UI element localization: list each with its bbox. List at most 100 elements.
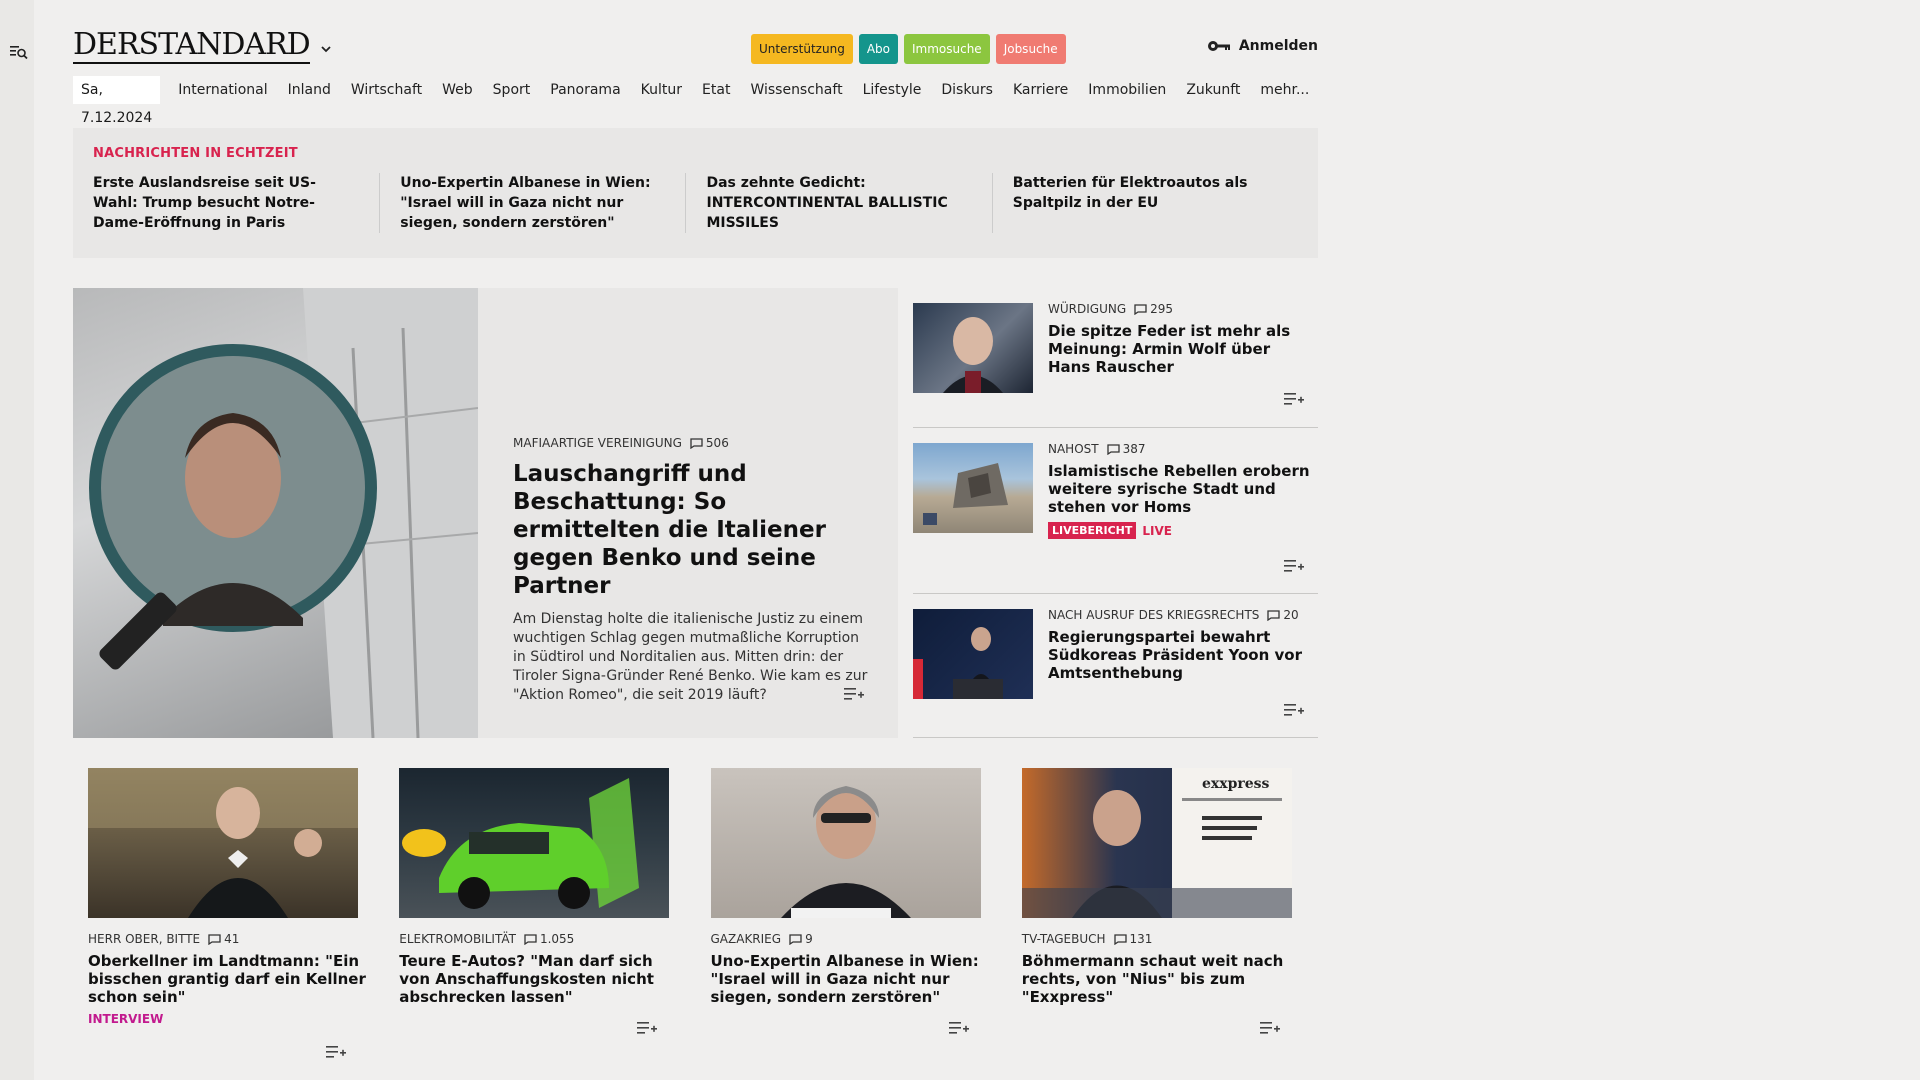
side-title[interactable]: Die spitze Feder ist mehr als Meinung: A…	[1048, 322, 1313, 376]
article-card[interactable]: HERR OBER, BITTE 41 Oberkellner im Landt…	[73, 768, 384, 1058]
comment-count[interactable]: 387	[1106, 442, 1146, 456]
nav-item-immobilien[interactable]: Immobilien	[1078, 82, 1176, 98]
comment-icon	[1106, 443, 1120, 455]
article-card[interactable]: exxpress TV-TAGEBUCH 131 Böhmermann scha…	[1007, 768, 1318, 1034]
realtime-item[interactable]: Das zehnte Gedicht: INTERCONTINEN­TAL BA…	[685, 173, 991, 233]
card-image	[710, 768, 981, 918]
card-kicker: GAZAKRIEG 9	[711, 932, 992, 946]
nav-item-etat[interactable]: Etat	[692, 82, 740, 98]
comment-count[interactable]: 506	[690, 436, 729, 450]
nav-item-zukunft[interactable]: Zukunft	[1176, 82, 1250, 98]
side-article-text: WÜRDIGUNG 295 Die spitze Feder ist mehr …	[1048, 302, 1313, 376]
nav-item-inland[interactable]: Inland	[278, 82, 341, 98]
card-kicker-label: ELEKTROMOBILITÄT	[399, 932, 516, 946]
left-sidebar	[0, 0, 34, 1080]
pill-abo[interactable]: Abo	[858, 34, 898, 64]
nav-item-international[interactable]: International	[168, 82, 277, 98]
hero-lead: Am Dienstag holte die italienische Justi…	[513, 611, 868, 703]
exxpress-thumbnail-text: exxpress	[1202, 776, 1270, 792]
side-kicker-label: WÜRDIGUNG	[1048, 302, 1127, 316]
pill-jobsuche[interactable]: Jobsuche	[995, 34, 1066, 64]
side-article-image	[913, 443, 1033, 533]
card-title[interactable]: Teure E-Autos? "Man darf sich von Anscha…	[399, 952, 680, 1006]
side-title[interactable]: Islamistische Rebellen erobern weitere s…	[1048, 462, 1313, 516]
interview-tag: INTERVIEW	[88, 1012, 164, 1026]
article-card[interactable]: ELEKTROMOBILITÄT 1.055 Teure E-Autos? "M…	[384, 768, 695, 1034]
nav-item-panorama[interactable]: Panorama	[540, 82, 630, 98]
livebericht-badge: LIVEBERICHT	[1048, 522, 1137, 539]
nav-item-wissenschaft[interactable]: Wissenschaft	[740, 82, 852, 98]
card-comments: 41	[224, 932, 240, 946]
current-date: Sa, 7.12.2024	[73, 76, 161, 126]
nav-item-wirtschaft[interactable]: Wirtschaft	[341, 82, 432, 98]
comment-count[interactable]: 9	[789, 932, 813, 946]
main-nav: Sa, 7.12.2024 International Inland Wirts…	[73, 76, 1319, 126]
comment-count[interactable]: 131	[1113, 932, 1153, 946]
card-comments: 131	[1129, 932, 1153, 946]
add-to-list-icon[interactable]	[636, 1020, 658, 1036]
comment-count[interactable]: 1.055	[524, 932, 574, 946]
nav-item-sport[interactable]: Sport	[483, 82, 541, 98]
add-to-list-icon[interactable]	[1283, 702, 1305, 718]
add-to-list-icon[interactable]	[325, 1044, 347, 1060]
side-comments: 387	[1122, 442, 1146, 456]
live-badge: LIVE	[1142, 523, 1172, 538]
side-kicker-label: NACH AUSRUF DES KRIEGSRECHTS	[1048, 608, 1260, 622]
card-kicker: TV-TAGEBUCH 131	[1022, 932, 1303, 946]
chevron-down-icon[interactable]	[319, 42, 333, 56]
card-title[interactable]: Uno-Expertin Albanese in Wien: "Israel w…	[711, 952, 992, 1006]
add-to-list-icon[interactable]	[1283, 391, 1305, 407]
card-kicker-label: GAZAKRIEG	[710, 932, 782, 946]
add-to-list-icon[interactable]	[1283, 558, 1305, 574]
nav-item-kultur[interactable]: Kultur	[631, 82, 692, 98]
card-comments: 1.055	[539, 932, 575, 946]
side-article[interactable]: WÜRDIGUNG 295 Die spitze Feder ist mehr …	[913, 288, 1318, 428]
hero-title[interactable]: Lauschangriff und Beschattung: So ermitt…	[513, 460, 873, 600]
card-title[interactable]: Oberkellner im Landtmann: "Ein bisschen …	[88, 952, 369, 1006]
side-article[interactable]: NAHOST 387 Islamistische Rebellen erober…	[913, 428, 1318, 594]
side-article-list: WÜRDIGUNG 295 Die spitze Feder ist mehr …	[913, 288, 1318, 738]
pill-immosuche[interactable]: Immosuche	[903, 34, 990, 64]
add-to-list-icon[interactable]	[1259, 1020, 1281, 1036]
side-kicker: WÜRDIGUNG 295	[1048, 302, 1313, 316]
card-kicker-label: TV-TAGEBUCH	[1021, 932, 1106, 946]
add-to-list-icon[interactable]	[843, 686, 865, 702]
comment-count[interactable]: 20	[1267, 608, 1299, 622]
side-comments: 20	[1283, 608, 1299, 622]
realtime-item[interactable]: Uno-Expertin Albanese in Wien: "Is­rael …	[379, 173, 685, 233]
key-icon	[1207, 41, 1230, 51]
comment-count[interactable]: 295	[1134, 302, 1173, 316]
nav-item-diskurs[interactable]: Diskurs	[931, 82, 1003, 98]
realtime-list: Erste Auslandsreise seit US-Wahl: Trump …	[93, 173, 1298, 233]
nav-item-web[interactable]: Web	[432, 82, 483, 98]
realtime-item[interactable]: Erste Auslandsreise seit US-Wahl: Trump …	[93, 173, 379, 233]
article-card[interactable]: GAZAKRIEG 9 Uno-Expertin Albanese in Wie…	[696, 768, 1007, 1034]
card-kicker: HERR OBER, BITTE 41	[88, 932, 369, 946]
comment-icon	[789, 933, 802, 945]
hero-article[interactable]: MAFIAARTIGE VEREINIGUNG 506 Lauschangrif…	[73, 288, 898, 738]
nav-item-karriere[interactable]: Karriere	[1003, 82, 1078, 98]
menu-search-icon[interactable]	[9, 42, 29, 62]
hero-kicker-label: MAFIAARTIGE VEREINIGUNG	[513, 436, 682, 450]
login-button[interactable]: Anmelden	[1207, 38, 1318, 54]
pill-unterstuetzung[interactable]: Unterstützung	[751, 34, 853, 64]
card-image: exxpress	[1021, 768, 1292, 918]
side-article-text: NACH AUSRUF DES KRIEGSRECHTS 20 Regierun…	[1048, 608, 1313, 682]
card-comments: 9	[805, 932, 813, 946]
side-article-text: NAHOST 387 Islamistische Rebellen erober…	[1048, 442, 1313, 539]
comment-icon	[1134, 303, 1147, 315]
service-pills: Unterstützung Abo Immosuche Jobsuche	[751, 34, 1066, 64]
realtime-item[interactable]: Batterien für Elektroautos als Spalt­pil…	[991, 173, 1298, 233]
article-row: HERR OBER, BITTE 41 Oberkellner im Landt…	[73, 768, 1318, 1058]
side-title[interactable]: Regierungspartei bewahrt Südkoreas Präsi…	[1048, 628, 1313, 682]
nav-item-lifestyle[interactable]: Lifestyle	[853, 82, 932, 98]
comment-icon	[208, 933, 221, 945]
hero-comments: 506	[705, 436, 729, 450]
side-article[interactable]: NACH AUSRUF DES KRIEGSRECHTS 20 Regierun…	[913, 594, 1318, 738]
site-logo[interactable]: DERSTANDARD	[73, 28, 311, 64]
login-label: Anmelden	[1238, 38, 1318, 54]
card-title[interactable]: Böhmermann schaut weit nach rechts, von …	[1022, 952, 1303, 1006]
nav-item-mehr[interactable]: mehr...	[1250, 82, 1319, 98]
comment-count[interactable]: 41	[208, 932, 239, 946]
add-to-list-icon[interactable]	[948, 1020, 970, 1036]
